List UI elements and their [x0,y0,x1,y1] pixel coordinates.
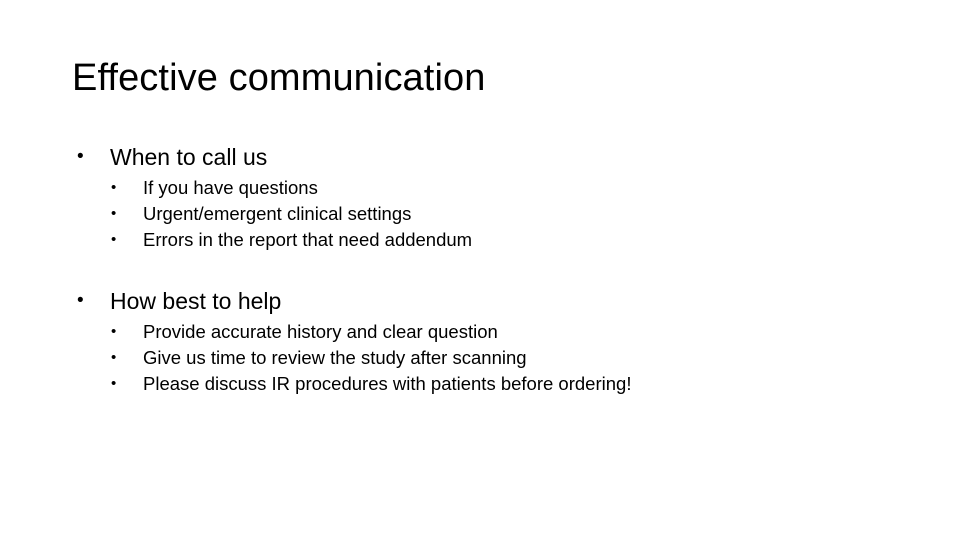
list-item: • Please discuss IR procedures with pati… [72,371,902,397]
bullet-group-when-to-call-us: • When to call us • If you have question… [72,142,902,253]
sub-bullet-list: • If you have questions • Urgent/emergen… [72,175,902,253]
bullet-point-icon: • [111,349,117,366]
list-item: • If you have questions [72,175,902,201]
list-item: • Urgent/emergent clinical settings [72,201,902,227]
bullet-point-icon: • [111,179,117,196]
list-item: • Provide accurate history and clear que… [72,319,902,345]
slide-body: • When to call us • If you have question… [72,142,902,397]
list-item-label: Errors in the report that need addendum [143,229,473,250]
list-item: • Give us time to review the study after… [72,345,902,371]
bullet-group-how-best-to-help: • How best to help • Provide accurate hi… [72,286,902,397]
list-item-label: Provide accurate history and clear quest… [143,321,498,342]
bullet-point-icon: • [77,290,84,311]
bullet-point-icon: • [111,375,117,392]
bullet-heading-when-to-call-us: • When to call us [72,142,902,172]
list-item-label: Please discuss IR procedures with patien… [143,373,632,394]
list-item-label: Give us time to review the study after s… [143,347,527,368]
bullet-heading-how-best-to-help: • How best to help [72,286,902,316]
bullet-heading-label: When to call us [110,144,268,170]
bullet-heading-label: How best to help [110,288,282,314]
sub-bullet-list: • Provide accurate history and clear que… [72,319,902,397]
list-item-label: Urgent/emergent clinical settings [143,203,412,224]
page-title: Effective communication [72,57,486,99]
bullet-point-icon: • [111,231,117,248]
bullet-point-icon: • [111,323,117,340]
list-item-label: If you have questions [143,177,318,198]
bullet-point-icon: • [111,205,117,222]
list-item: • Errors in the report that need addendu… [72,227,902,253]
bullet-point-icon: • [77,146,84,167]
slide: Effective communication • When to call u… [0,0,960,540]
